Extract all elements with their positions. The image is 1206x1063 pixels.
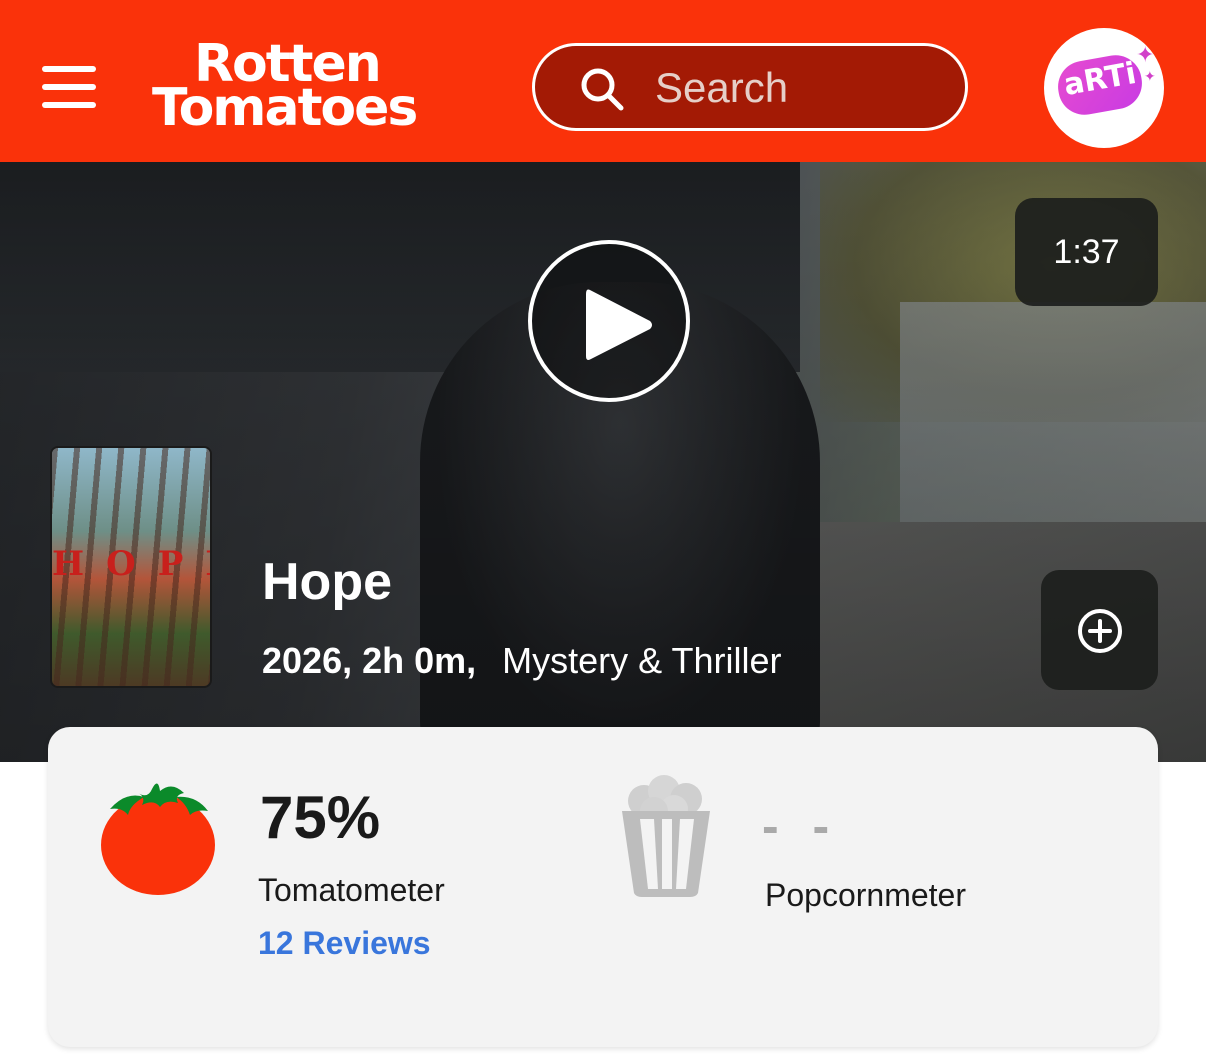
arti-avatar-button[interactable]: aRTi ✦ ✦ xyxy=(1044,28,1164,148)
movie-meta: 2026, 2h 0m, Mystery & Thriller xyxy=(262,640,782,682)
trailer-hero[interactable]: 1:37 HOPE Hope 2026, 2h 0m, Mystery & Thr… xyxy=(0,162,1206,762)
trailer-duration: 1:37 xyxy=(1015,198,1158,306)
movie-poster[interactable]: HOPE xyxy=(50,446,212,688)
rotten-tomatoes-logo[interactable]: Rotten Tomatoes xyxy=(150,36,480,136)
search-bar[interactable] xyxy=(532,43,968,131)
tomatometer-reviews-link[interactable]: 12 Reviews xyxy=(258,925,431,962)
search-icon xyxy=(581,68,624,111)
menu-icon-bar xyxy=(42,102,96,108)
add-to-watchlist-button[interactable] xyxy=(1041,570,1158,690)
menu-icon-bar xyxy=(42,66,96,72)
menu-button[interactable] xyxy=(42,64,96,110)
popcornmeter-label: Popcornmeter xyxy=(765,877,966,913)
poster-title-text: HOPE xyxy=(52,544,210,584)
tomatometer-score: 75% xyxy=(260,784,381,851)
menu-icon-bar xyxy=(42,84,96,90)
play-trailer-button[interactable] xyxy=(528,240,690,402)
sparkle-icon: ✦ xyxy=(1144,68,1156,84)
tomato-icon xyxy=(101,783,215,895)
top-header: Rotten Tomatoes aRTi ✦ ✦ xyxy=(0,0,1206,162)
search-input[interactable] xyxy=(655,62,945,114)
add-circle-icon xyxy=(1078,609,1122,653)
popcornmeter-score: - - xyxy=(762,798,840,854)
year-runtime: 2026, 2h 0m, xyxy=(262,640,477,681)
popcorn-icon xyxy=(622,775,710,897)
tomatometer-label: Tomatometer xyxy=(258,872,445,908)
sparkle-icon: ✦ xyxy=(1136,42,1155,67)
movie-title: Hope xyxy=(262,553,392,611)
genre: Mystery & Thriller xyxy=(502,640,782,681)
score-card: 75% Tomatometer 12 Reviews - - Popcornme… xyxy=(48,727,1158,1047)
play-icon xyxy=(586,289,652,360)
logo-line-2: Tomatoes xyxy=(152,78,418,138)
